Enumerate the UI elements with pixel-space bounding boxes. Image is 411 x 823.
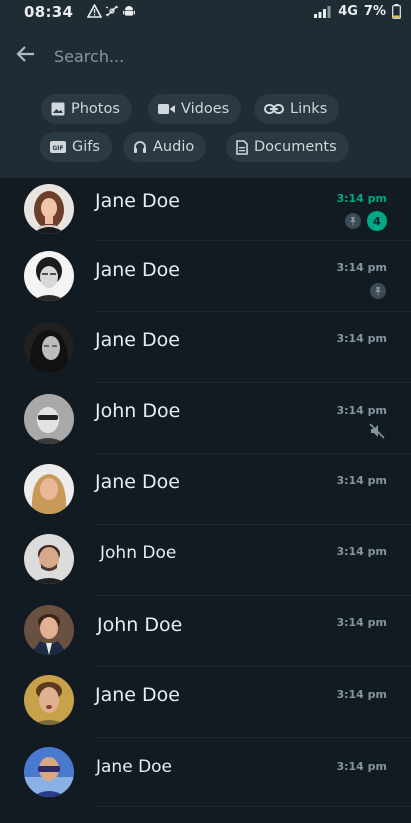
chat-row[interactable]: John Doe 3:14 pm — [0, 602, 411, 672]
row-divider — [95, 737, 411, 738]
gif-icon: GIF — [50, 141, 66, 153]
row-divider — [95, 806, 411, 807]
photo-icon — [51, 102, 65, 116]
row-divider — [95, 311, 411, 312]
avatar — [24, 534, 74, 584]
filter-chip-label: Vidoes — [181, 101, 230, 117]
avatar — [24, 184, 74, 234]
filter-chip-videos[interactable]: Vidoes — [148, 94, 242, 124]
pin-icon — [345, 213, 361, 229]
filter-chip-label: Links — [290, 101, 328, 117]
chat-row[interactable]: Jane Doe 3:14 pm 4 — [0, 178, 411, 248]
filter-chip-photos[interactable]: Photos — [41, 94, 132, 124]
chat-row[interactable]: John Doe 3:14 pm — [0, 531, 411, 601]
avatar — [24, 251, 74, 301]
video-icon — [158, 104, 175, 114]
avatar — [24, 394, 74, 444]
network-type: 4G — [338, 4, 358, 19]
chat-time: 3:14 pm — [336, 192, 387, 205]
chat-row[interactable]: Jane Doe 3:14 pm — [0, 247, 411, 317]
back-arrow-icon[interactable] — [14, 42, 38, 66]
row-divider — [95, 595, 411, 596]
chat-name: John Doe — [95, 400, 181, 422]
unread-count-badge: 4 — [367, 211, 387, 231]
row-divider — [95, 666, 411, 667]
muted-icon — [369, 423, 385, 439]
status-time: 08:34 — [24, 3, 74, 21]
chat-time: 3:14 pm — [336, 261, 387, 274]
avatar — [24, 464, 74, 514]
chat-time: 3:14 pm — [336, 404, 387, 417]
row-divider — [95, 240, 411, 241]
filter-chip-audio[interactable]: Audio — [123, 132, 207, 162]
document-icon — [236, 139, 248, 155]
link-icon — [264, 104, 284, 114]
row-divider — [95, 382, 411, 383]
chat-time: 3:14 pm — [336, 545, 387, 558]
row-divider — [95, 524, 411, 525]
chat-time: 3:14 pm — [336, 474, 387, 487]
filter-chip-label: Photos — [71, 101, 120, 117]
battery-level: 7% — [363, 4, 386, 19]
filter-chip-label: Gifs — [72, 139, 100, 155]
row-divider — [95, 453, 411, 454]
avatar — [24, 605, 74, 655]
filter-chip-links[interactable]: Links — [254, 94, 340, 124]
status-notification-icons — [87, 4, 136, 18]
status-system-info: 4G 7% — [314, 4, 401, 19]
chat-row[interactable]: Jane Doe 3:14 pm — [0, 460, 411, 530]
status-bar: 08:34 4G 7% — [0, 0, 411, 26]
chat-name: Jane Doe — [95, 329, 180, 351]
chat-name: Jane Doe — [95, 259, 180, 281]
chat-row[interactable]: Jane Doe 3:14 pm — [0, 673, 411, 743]
chat-name: Jane Doe — [96, 757, 173, 777]
filter-chip-label: Documents — [254, 139, 337, 155]
svg-text:GIF: GIF — [52, 145, 63, 152]
chat-name: Jane Doe — [95, 684, 180, 706]
cell-signal-icon — [314, 5, 331, 18]
signal-off-icon — [105, 5, 119, 17]
chat-name: Jane Doe — [95, 190, 180, 212]
battery-icon — [392, 4, 401, 19]
chat-row[interactable]: Jane Doe 3:14 pm — [0, 744, 411, 814]
chat-time: 3:14 pm — [336, 688, 387, 701]
chat-row[interactable]: Jane Doe 3:14 pm — [0, 318, 411, 388]
filter-chip-documents[interactable]: Documents — [226, 132, 349, 162]
avatar — [24, 322, 74, 372]
filter-chip-label: Audio — [153, 139, 195, 155]
avatar — [24, 675, 74, 725]
search-input[interactable] — [52, 42, 376, 70]
chat-name: John Doe — [97, 614, 183, 636]
search-header: Photos Vidoes Links GIF Gifs Audio Docum… — [0, 26, 411, 178]
avatar — [24, 747, 74, 797]
headphones-icon — [134, 141, 146, 153]
chat-row[interactable]: John Doe 3:14 pm — [0, 389, 411, 459]
filter-chip-gifs[interactable]: GIF Gifs — [40, 132, 112, 162]
pin-icon — [370, 283, 386, 299]
chat-name: Jane Doe — [95, 471, 180, 493]
chat-time: 3:14 pm — [336, 332, 387, 345]
chat-name: John Doe — [100, 543, 177, 563]
chat-time: 3:14 pm — [336, 760, 387, 773]
warning-icon — [87, 4, 102, 18]
chat-time: 3:14 pm — [336, 616, 387, 629]
android-icon — [123, 6, 135, 16]
